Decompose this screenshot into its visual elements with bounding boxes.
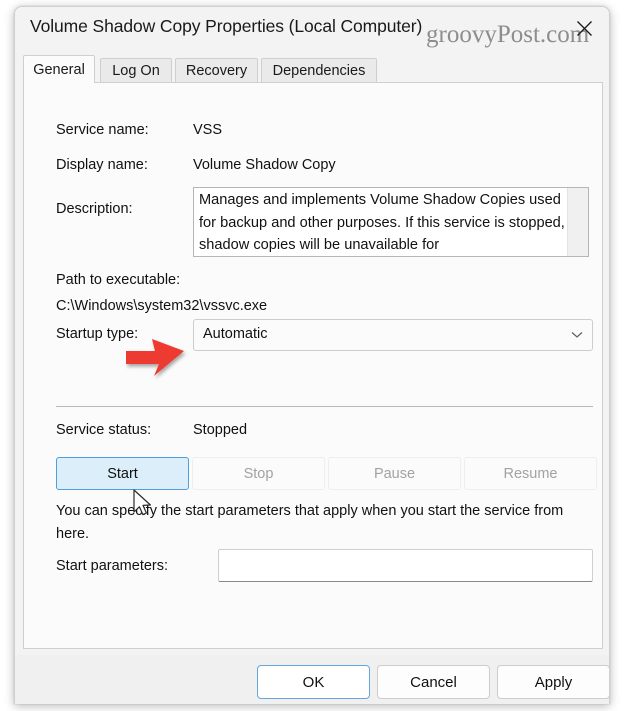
display-name-value: Volume Shadow Copy [193,157,336,173]
tab-general-label: General [33,61,85,78]
description-value: Manages and implements Volume Shadow Cop… [199,192,565,253]
close-icon [576,20,592,36]
dialog-footer: OK Cancel Apply [15,655,609,704]
path-to-executable-label: Path to executable: [56,272,181,288]
startup-type-dropdown[interactable]: Automatic [193,319,593,351]
description-scrollbar[interactable] [567,188,588,256]
ok-button[interactable]: OK [257,665,370,699]
service-status-label: Service status: [56,422,152,438]
startup-type-label: Startup type: [56,326,139,342]
description-label: Description: [56,201,133,217]
start-parameters-label: Start parameters: [56,558,169,574]
description-textarea[interactable]: Manages and implements Volume Shadow Cop… [193,187,589,257]
close-button[interactable] [567,13,601,43]
tab-general[interactable]: General [23,55,95,83]
tab-recovery[interactable]: Recovery [175,58,258,83]
section-divider [56,406,593,407]
title-bar: Volume Shadow Copy Properties (Local Com… [15,7,609,54]
start-parameters-helper-text: You can specify the start parameters tha… [56,503,564,542]
start-parameters-input[interactable] [218,549,593,582]
tab-recovery-label: Recovery [185,63,248,79]
service-properties-window: Volume Shadow Copy Properties (Local Com… [14,6,610,704]
apply-button[interactable]: Apply [497,665,609,699]
window-title: Volume Shadow Copy Properties (Local Com… [30,16,423,36]
stop-button-label: Stop [243,465,274,482]
tab-dependencies-label: Dependencies [272,63,366,79]
startup-type-value: Automatic [203,326,268,342]
service-name-label: Service name: [56,122,149,138]
cancel-button-label: Cancel [410,673,457,691]
service-name-value: VSS [193,122,223,138]
watermark-groovypost: groovyPost.com [426,21,590,48]
resume-button-label: Resume [503,465,558,482]
resume-service-button[interactable]: Resume [464,457,597,490]
tab-log-on-label: Log On [112,63,160,79]
apply-button-label: Apply [534,673,573,691]
general-tab-panel: Service name: VSS Display name: Volume S… [23,82,603,649]
stop-service-button[interactable]: Stop [192,457,325,490]
cancel-button[interactable]: Cancel [377,665,490,699]
start-button-label: Start [107,465,138,482]
tab-strip: General Log On Recovery Dependencies [15,54,609,83]
path-to-executable-value: C:\Windows\system32\vssvc.exe [56,298,268,314]
tab-log-on[interactable]: Log On [100,58,172,83]
start-service-button[interactable]: Start [56,457,189,490]
tab-dependencies[interactable]: Dependencies [261,58,377,83]
service-status-value: Stopped [193,422,248,438]
display-name-label: Display name: [56,157,148,173]
pause-button-label: Pause [373,465,416,482]
chevron-down-icon [571,332,583,338]
pause-service-button[interactable]: Pause [328,457,461,490]
ok-button-label: OK [302,673,325,691]
